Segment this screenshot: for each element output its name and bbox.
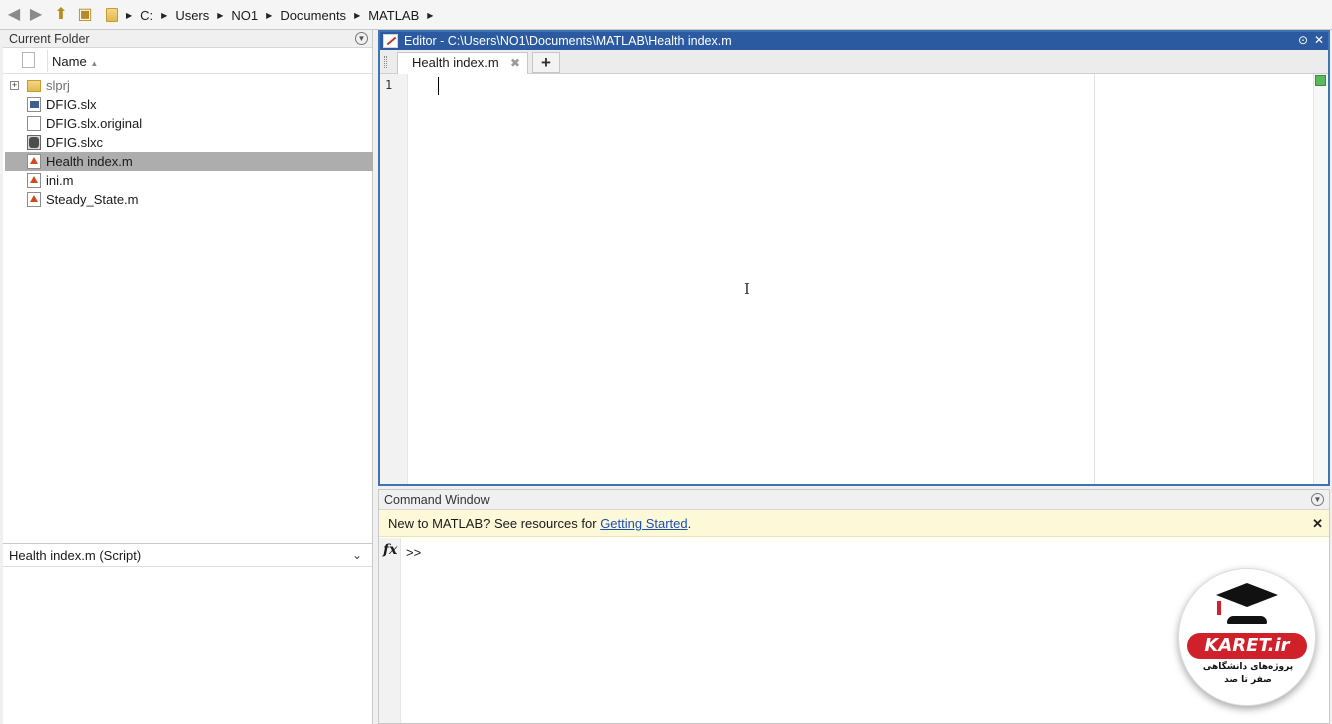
list-item[interactable]: DFIG.slx: [5, 95, 373, 114]
right-margin-line: [1094, 74, 1095, 484]
logo-subtagline: صفر تا صد: [1224, 675, 1272, 685]
editor-title-bar: Editor - C:\Users\NO1\Documents\MATLAB\H…: [380, 32, 1328, 50]
chevron-right-icon[interactable]: ▶: [266, 11, 272, 20]
panel-title-bar: Current Folder ▼: [3, 30, 372, 48]
current-folder-panel: Current Folder ▼ Name ▲ + slprj DFIG.slx…: [3, 30, 373, 543]
chevron-right-icon[interactable]: ▶: [161, 11, 167, 20]
text-cursor-icon: I: [744, 280, 750, 298]
editor-panel: Editor - C:\Users\NO1\Documents\MATLAB\H…: [378, 30, 1330, 486]
line-number: 1: [385, 78, 393, 92]
list-item[interactable]: ini.m: [5, 171, 373, 190]
document-icon: [27, 116, 41, 131]
list-item-label: Health index.m: [46, 154, 133, 169]
name-column-header[interactable]: Name ▲: [52, 54, 98, 69]
close-icon[interactable]: ✕: [1312, 33, 1326, 47]
details-header[interactable]: Health index.m (Script) ⌄: [3, 544, 372, 567]
function-browser-icon[interactable]: fx: [383, 542, 397, 558]
list-item-label: slprj: [46, 78, 70, 93]
breadcrumb-item[interactable]: C:: [140, 8, 153, 23]
list-item-label: Steady_State.m: [46, 192, 139, 207]
code-analyzer-ok-icon[interactable]: [1315, 75, 1326, 86]
up-folder-icon[interactable]: ⬆: [52, 7, 70, 23]
m-file-icon: [27, 154, 41, 169]
chevron-right-icon[interactable]: ▶: [217, 11, 223, 20]
panel-menu-icon[interactable]: ▼: [1311, 493, 1324, 506]
command-window-title: Command Window: [384, 493, 490, 507]
editor-tab-bar: Health index.m ✖ +: [380, 50, 1328, 74]
chevron-right-icon[interactable]: ▶: [126, 11, 132, 20]
panel-menu-icon[interactable]: ⊙: [1296, 33, 1310, 47]
new-tab-button[interactable]: +: [532, 52, 560, 73]
close-tab-icon[interactable]: ✖: [510, 53, 520, 73]
tab-health-index[interactable]: Health index.m ✖: [397, 52, 528, 74]
list-item[interactable]: DFIG.slx.original: [5, 114, 373, 133]
breadcrumb-item[interactable]: Users: [175, 8, 209, 23]
text-caret: [438, 77, 439, 95]
command-prompt[interactable]: >>: [406, 545, 421, 560]
banner-text: New to MATLAB? See resources for: [388, 516, 601, 531]
list-item-label: DFIG.slx: [46, 97, 97, 112]
line-number-gutter: 1: [380, 74, 408, 484]
details-panel: Health index.m (Script) ⌄: [3, 543, 373, 724]
karet-logo: KARET.ir پروژه‌های دانشگاهی صفر تا صد: [1178, 568, 1316, 706]
list-item-label: DFIG.slxc: [46, 135, 104, 150]
breadcrumb-item[interactable]: NO1: [231, 8, 258, 23]
logo-tagline: پروژه‌های دانشگاهی: [1202, 662, 1294, 672]
breadcrumb-item[interactable]: Documents: [280, 8, 346, 23]
list-item[interactable]: DFIG.slxc: [5, 133, 373, 152]
forward-arrow-icon[interactable]: ▶: [27, 7, 45, 23]
drag-handle-icon[interactable]: [384, 56, 387, 68]
mustache-icon: [1227, 616, 1267, 624]
back-arrow-icon[interactable]: ◀: [5, 7, 23, 23]
vertical-scrollbar[interactable]: [1313, 74, 1328, 484]
command-window-title-bar: Command Window ▼: [379, 490, 1329, 510]
graduation-cap-icon: [1216, 583, 1278, 607]
chevron-right-icon[interactable]: ▶: [354, 11, 360, 20]
getting-started-banner: New to MATLAB? See resources for Getting…: [379, 510, 1329, 537]
column-divider[interactable]: [47, 50, 48, 72]
simulink-model-icon: [27, 97, 41, 112]
getting-started-link[interactable]: Getting Started: [600, 516, 687, 531]
list-item-selected[interactable]: Health index.m: [5, 152, 373, 171]
tab-label: Health index.m: [412, 55, 499, 70]
list-item[interactable]: Steady_State.m: [5, 190, 373, 209]
file-type-column-icon: [22, 52, 35, 68]
function-browser-column: fx: [379, 538, 401, 723]
address-bar: ◀ ▶ ⬆ ▣ ▶ C: ▶ Users ▶ NO1 ▶ Documents ▶…: [0, 0, 1332, 30]
column-header: Name ▲: [3, 48, 372, 74]
breadcrumb-item[interactable]: MATLAB: [368, 8, 419, 23]
list-item-label: DFIG.slx.original: [46, 116, 143, 131]
panel-menu-icon[interactable]: ▼: [355, 32, 368, 45]
editor-icon: [383, 34, 398, 48]
logo-brand: KARET.ir: [1187, 633, 1307, 659]
folder-icon: [27, 80, 41, 92]
sort-ascending-icon: ▲: [90, 59, 99, 68]
folder-icon: [106, 8, 118, 22]
browse-folder-icon[interactable]: ▣: [76, 7, 94, 23]
m-file-icon: [27, 173, 41, 188]
chevron-right-icon[interactable]: ▶: [427, 11, 433, 20]
tassel-icon: [1217, 601, 1221, 615]
expand-icon[interactable]: +: [10, 81, 19, 90]
list-item-label: ini.m: [46, 173, 74, 188]
editor-title: Editor - C:\Users\NO1\Documents\MATLAB\H…: [404, 34, 732, 48]
panel-title: Current Folder: [9, 32, 90, 46]
list-item[interactable]: + slprj: [5, 76, 373, 95]
banner-suffix: .: [687, 516, 692, 531]
m-file-icon: [27, 192, 41, 207]
chevron-down-icon[interactable]: ⌄: [352, 544, 362, 567]
close-banner-icon[interactable]: ✕: [1312, 510, 1323, 537]
details-title: Health index.m (Script): [9, 548, 142, 563]
simulink-cache-icon: [27, 135, 41, 150]
